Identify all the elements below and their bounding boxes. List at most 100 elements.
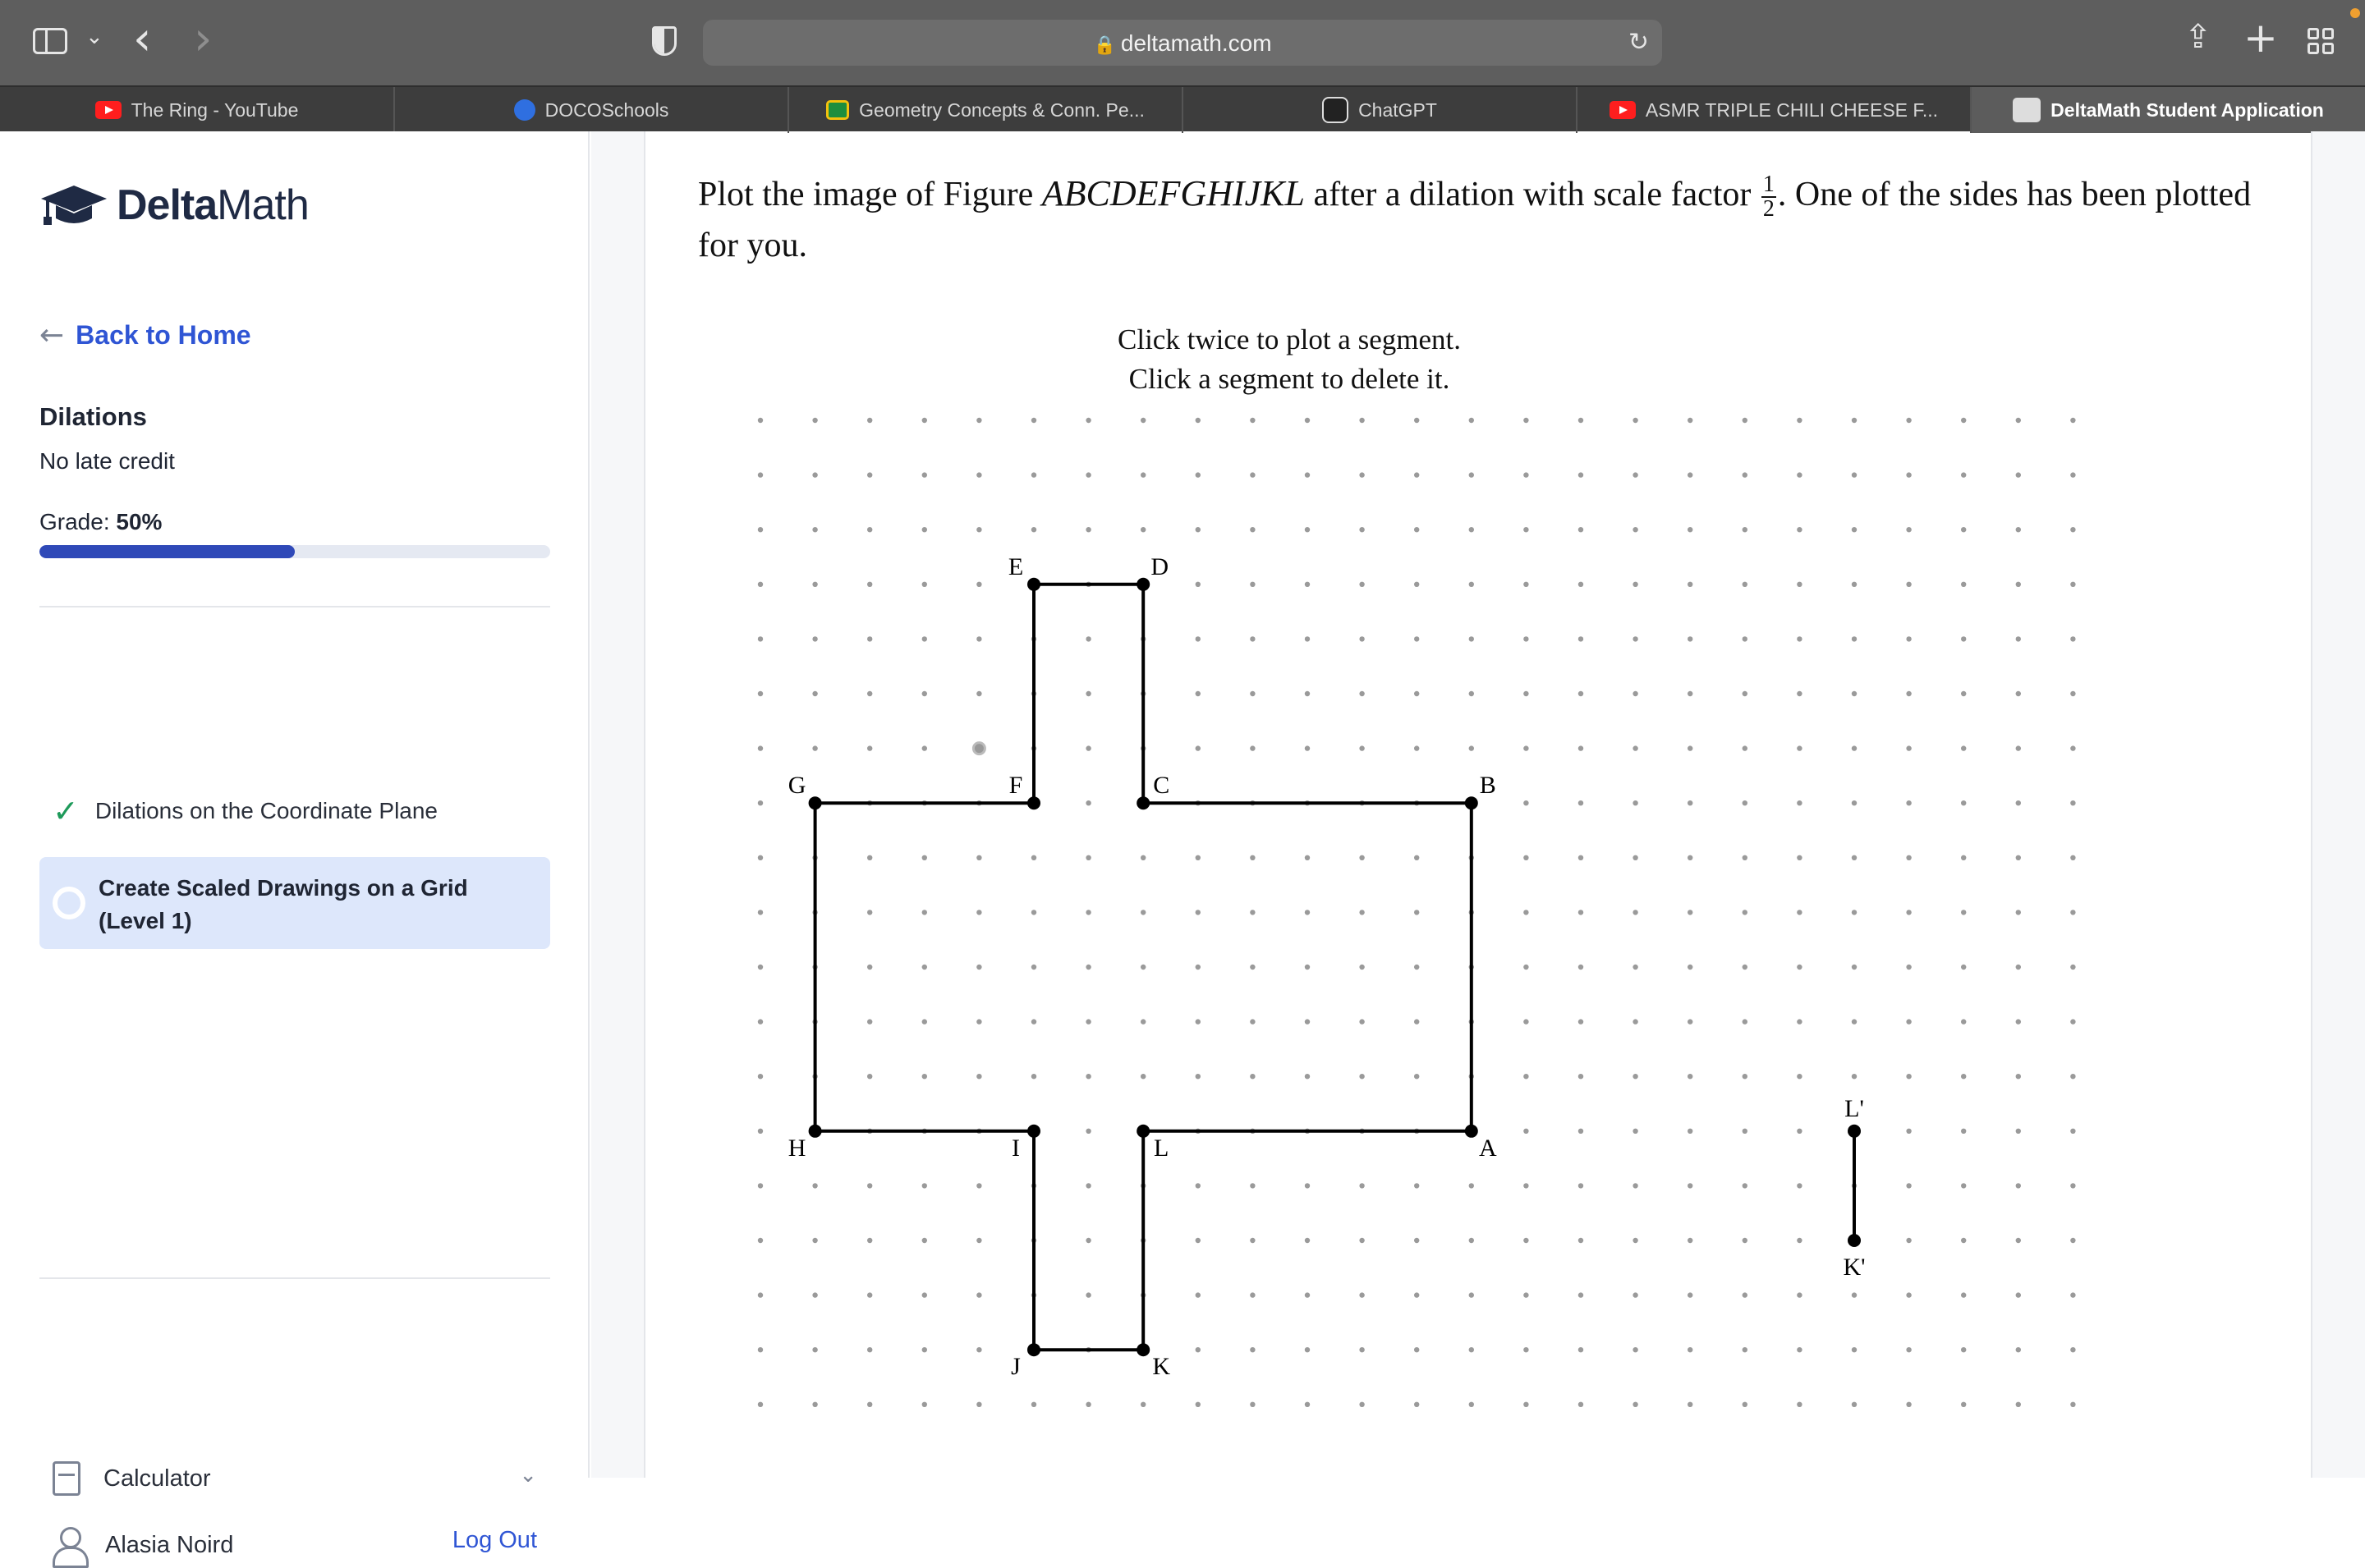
grid-dot[interactable]: [1797, 581, 1802, 587]
grid-dot[interactable]: [812, 1237, 818, 1244]
grid-dot[interactable]: [2015, 1128, 2021, 1134]
grid-dot[interactable]: [1797, 800, 1802, 806]
tab-asmr-youtube[interactable]: ASMR TRIPLE CHILI CHEESE F...: [1577, 87, 1972, 133]
grid-dot[interactable]: [1086, 1074, 1091, 1080]
grid-dot[interactable]: [1906, 1019, 1912, 1025]
grid-dot[interactable]: [867, 1347, 873, 1353]
grid-dot[interactable]: [1414, 855, 1420, 860]
grid-dot[interactable]: [1523, 1347, 1529, 1353]
grid-dot[interactable]: [1250, 1237, 1256, 1244]
grid-dot[interactable]: [1304, 964, 1311, 970]
grid-dot[interactable]: [1086, 690, 1091, 697]
grid-dot[interactable]: [1086, 1292, 1091, 1298]
grid-dot[interactable]: [1523, 1074, 1529, 1080]
grid-dot[interactable]: [1961, 800, 1967, 806]
grid-dot[interactable]: [1523, 527, 1529, 533]
grid-dot[interactable]: [1468, 636, 1474, 642]
grid-dot[interactable]: [1633, 690, 1638, 697]
grid-dot[interactable]: [1250, 527, 1256, 533]
tab-overview-icon[interactable]: [2308, 28, 2335, 56]
grid-dot[interactable]: [1851, 1074, 1858, 1080]
grid-dot[interactable]: [1250, 910, 1256, 915]
grid-dot[interactable]: [757, 1292, 764, 1298]
grid-dot[interactable]: [1414, 636, 1420, 642]
grid-dot[interactable]: [1359, 1019, 1365, 1025]
grid-dot[interactable]: [1414, 1074, 1420, 1080]
grid-dot[interactable]: [1633, 1074, 1638, 1080]
grid-dot[interactable]: [1742, 636, 1747, 642]
grid-dot[interactable]: [1633, 581, 1638, 587]
grid-dot[interactable]: [976, 1019, 982, 1025]
grid-dot[interactable]: [1359, 1237, 1365, 1244]
grid-dot[interactable]: [1577, 1019, 1584, 1025]
grid-dot[interactable]: [1797, 1074, 1802, 1080]
grid-dot[interactable]: [1961, 690, 1967, 697]
grid-dot[interactable]: [921, 910, 927, 915]
calculator-toggle[interactable]: Calculator ⌄: [53, 1461, 537, 1496]
grid-dot[interactable]: [1851, 910, 1858, 915]
grid-dot[interactable]: [1523, 1401, 1529, 1408]
grid-dot[interactable]: [921, 1074, 927, 1080]
grid-dot[interactable]: [976, 910, 982, 915]
grid-dot[interactable]: [1851, 527, 1858, 533]
grid-dot[interactable]: [1086, 745, 1091, 751]
grid-dot[interactable]: [1742, 1074, 1747, 1080]
grid-dot[interactable]: [1086, 1183, 1091, 1189]
grid-dot[interactable]: [1195, 1347, 1201, 1353]
logout-link[interactable]: Log Out: [452, 1527, 537, 1554]
grid-dot[interactable]: [1906, 1292, 1912, 1298]
grid-dot[interactable]: [1851, 417, 1858, 424]
grid-dot[interactable]: [1577, 1401, 1584, 1408]
grid-dot[interactable]: [812, 690, 818, 697]
grid-dot[interactable]: [1688, 1019, 1693, 1025]
grid-dot[interactable]: [1359, 417, 1365, 424]
grid-dot[interactable]: [1742, 1292, 1747, 1298]
grid-dot[interactable]: [1359, 1074, 1365, 1080]
grid-dot[interactable]: [1195, 1019, 1201, 1025]
grid-dot[interactable]: [2070, 855, 2076, 860]
grid-dot[interactable]: [1851, 581, 1858, 587]
grid-dot[interactable]: [2070, 1183, 2076, 1189]
grid-dot[interactable]: [1688, 855, 1693, 860]
grid-dot[interactable]: [1359, 855, 1365, 860]
grid-dot[interactable]: [2070, 581, 2076, 587]
sidebar-toggle-icon[interactable]: [33, 28, 67, 54]
grid-dot[interactable]: [1906, 417, 1912, 424]
grid-dot[interactable]: [1359, 636, 1365, 642]
grid-dot[interactable]: [1961, 910, 1967, 915]
grid-dot[interactable]: [1797, 1019, 1802, 1025]
grid-dot[interactable]: [1742, 690, 1747, 697]
grid-dot[interactable]: [1414, 964, 1420, 970]
grid-dot[interactable]: [1797, 964, 1802, 970]
grid-dot[interactable]: [867, 472, 873, 478]
grid-dot[interactable]: [2070, 745, 2076, 751]
grid-dot[interactable]: [1195, 472, 1201, 478]
grid-dot[interactable]: [2070, 910, 2076, 915]
grid-dot[interactable]: [1577, 1237, 1584, 1244]
grid-dot[interactable]: [1906, 527, 1912, 533]
grid-dot[interactable]: [1031, 1074, 1037, 1080]
grid-dot[interactable]: [2070, 1019, 2076, 1025]
grid-dot[interactable]: [867, 855, 873, 860]
grid-dot[interactable]: [1742, 855, 1747, 860]
grid-dot[interactable]: [1359, 581, 1365, 587]
grid-dot[interactable]: [757, 1183, 764, 1189]
grid-dot[interactable]: [867, 1401, 873, 1408]
grid-dot[interactable]: [2015, 636, 2021, 642]
grid-dot[interactable]: [921, 745, 927, 751]
grid-dot[interactable]: [812, 417, 818, 424]
grid-dot[interactable]: [1523, 910, 1529, 915]
grid-dot[interactable]: [1141, 1074, 1146, 1080]
grid-dot[interactable]: [1797, 745, 1802, 751]
grid-dot[interactable]: [2070, 1074, 2076, 1080]
grid-dot[interactable]: [1797, 527, 1802, 533]
grid-dot[interactable]: [1633, 472, 1638, 478]
grid-dot[interactable]: [757, 800, 764, 806]
grid-dot[interactable]: [921, 527, 927, 533]
grid-dot[interactable]: [1304, 1019, 1311, 1025]
grid-dot[interactable]: [1523, 417, 1529, 424]
grid-dot[interactable]: [867, 1074, 873, 1080]
privacy-shield-icon[interactable]: [652, 26, 677, 56]
grid-dot[interactable]: [1086, 1401, 1091, 1408]
grid-dot[interactable]: [812, 1292, 818, 1298]
